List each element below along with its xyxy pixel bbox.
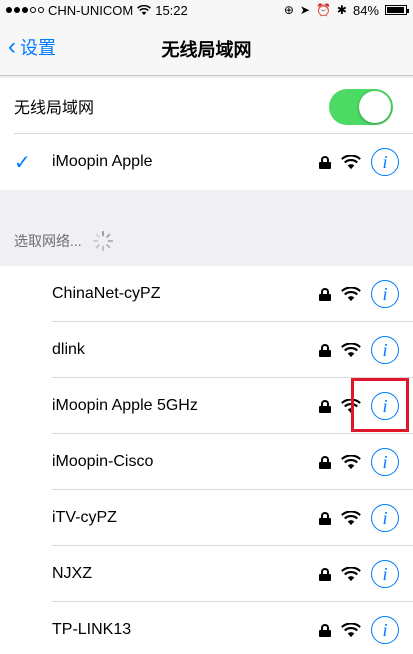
- choose-network-header: 选取网络...: [14, 230, 114, 252]
- wifi-icon: [341, 342, 361, 357]
- network-row[interactable]: iTV-cyPZ i: [0, 490, 413, 546]
- network-name: iMoopin Apple 5GHz: [52, 397, 198, 414]
- network-name: ChinaNet-cyPZ: [52, 285, 161, 302]
- signal-strength-icon: [6, 7, 44, 13]
- network-name: dlink: [52, 341, 85, 358]
- lock-icon: [319, 511, 331, 525]
- info-icon[interactable]: i: [371, 616, 399, 644]
- network-row[interactable]: iMoopin-Cisco i: [0, 434, 413, 490]
- network-name: iMoopin Apple: [52, 153, 153, 170]
- network-name: iMoopin-Cisco: [52, 453, 154, 470]
- info-icon[interactable]: i: [371, 448, 399, 476]
- wifi-icon: [341, 622, 361, 637]
- lock-icon: [319, 399, 331, 413]
- status-bar: CHN-UNICOM 15:22 ⊕ ➤ ⏰ ✱ 84%: [0, 0, 413, 20]
- carrier-label: CHN-UNICOM: [48, 2, 134, 18]
- lock-icon: [319, 155, 331, 169]
- network-name: NJXZ: [52, 565, 92, 582]
- available-networks-list: ChinaNet-cyPZ i dlink i iMoopin Apple 5GHz i i…: [0, 266, 413, 654]
- wifi-icon: [341, 454, 361, 469]
- rotation-lock-icon: ⊕: [283, 3, 294, 17]
- alarm-icon: ⏰: [315, 3, 331, 17]
- wifi-icon: [341, 154, 361, 169]
- network-row[interactable]: dlink i: [0, 322, 413, 378]
- wifi-icon: [341, 286, 361, 301]
- network-name: TP-LINK13: [52, 621, 132, 638]
- network-row[interactable]: NJXZ i: [0, 546, 413, 602]
- wifi-toggle-switch[interactable]: [329, 89, 393, 125]
- page-title: 无线局域网: [161, 40, 252, 60]
- connected-network-row[interactable]: ✓ iMoopin Apple i: [0, 134, 413, 190]
- highlight-box: [351, 378, 409, 432]
- location-icon: ➤: [299, 3, 310, 17]
- lock-icon: [319, 567, 331, 581]
- network-name: iTV-cyPZ: [52, 509, 117, 526]
- wifi-toggle-label: 无线局域网: [14, 100, 95, 117]
- info-icon[interactable]: i: [371, 148, 399, 176]
- bluetooth-icon: ✱: [336, 3, 347, 17]
- info-icon[interactable]: i: [371, 336, 399, 364]
- lock-icon: [319, 455, 331, 469]
- lock-icon: [319, 343, 331, 357]
- info-icon[interactable]: i: [371, 280, 399, 308]
- lock-icon: [319, 623, 331, 637]
- clock: 15:22: [155, 2, 188, 18]
- section-label: 选取网络...: [14, 233, 82, 249]
- loading-spinner-icon: [92, 230, 113, 252]
- network-row[interactable]: ChinaNet-cyPZ i: [0, 266, 413, 322]
- navigation-bar: ‹ 设置 无线局域网: [0, 20, 413, 76]
- lock-icon: [319, 287, 331, 301]
- wifi-icon: [341, 510, 361, 525]
- checkmark-icon: ✓: [14, 151, 31, 174]
- battery-percent: 84%: [352, 2, 379, 18]
- info-icon[interactable]: i: [371, 504, 399, 532]
- info-icon[interactable]: i: [371, 560, 399, 588]
- wifi-status-icon: [137, 4, 152, 15]
- network-row[interactable]: TP-LINK13 i: [0, 602, 413, 654]
- wifi-toggle-row: 无线局域网: [0, 78, 413, 134]
- wifi-settings-group: 无线局域网 ✓ iMoopin Apple i: [0, 78, 413, 190]
- battery-icon: [385, 5, 409, 15]
- wifi-icon: [341, 566, 361, 581]
